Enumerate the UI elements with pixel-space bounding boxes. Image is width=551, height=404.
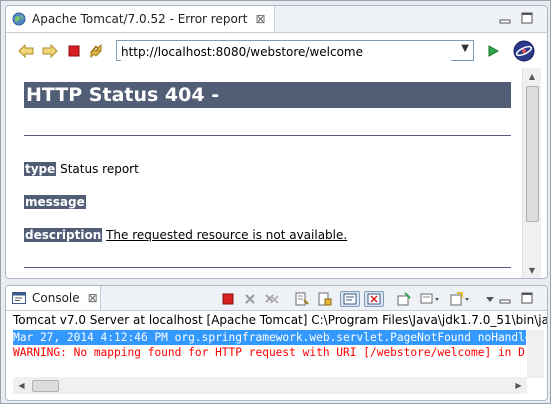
description-value: The requested resource is not available.	[106, 228, 348, 242]
maximize-icon[interactable]	[521, 12, 533, 24]
pin-console-icon[interactable]	[396, 291, 412, 307]
browser-toolbar: ▼	[6, 33, 547, 67]
minimize-icon[interactable]	[499, 12, 511, 24]
url-field[interactable]: ▼	[116, 40, 474, 61]
console-line[interactable]: Mar 27, 2014 4:12:46 PM org.springframew…	[13, 330, 526, 345]
show-on-stderr-icon[interactable]	[364, 291, 384, 307]
console-vertical-scrollbar[interactable]	[527, 330, 544, 378]
scroll-up-icon[interactable]: ▲	[523, 68, 541, 84]
message-label: message	[24, 195, 86, 209]
url-input[interactable]	[121, 43, 451, 61]
scroll-down-icon[interactable]: ▼	[523, 262, 541, 278]
console-tab[interactable]: Console ⊠	[6, 286, 101, 310]
browser-editor: Apache Tomcat/7.0.52 - Error report ⊠ ▼	[5, 5, 548, 279]
view-menu-icon[interactable]	[482, 291, 498, 307]
divider	[24, 135, 511, 136]
scroll-lock-icon[interactable]	[317, 291, 333, 307]
console-view: Console ⊠ Tomcat v7.0 Server at localhos…	[5, 285, 548, 401]
maximize-icon[interactable]	[521, 292, 533, 304]
scroll-right-icon[interactable]: ▶	[510, 377, 527, 394]
browser-tab[interactable]: Apache Tomcat/7.0.52 - Error report ⊠	[6, 6, 275, 32]
terminate-icon[interactable]	[220, 291, 236, 307]
globe-icon	[12, 12, 26, 26]
editor-tab-row: Apache Tomcat/7.0.52 - Error report ⊠	[6, 6, 547, 33]
type-row: type Status report	[24, 162, 139, 176]
console-horizontal-scrollbar[interactable]: ◀ ▶	[13, 377, 527, 394]
description-row: description The requested resource is no…	[24, 228, 347, 242]
close-icon[interactable]: ⊠	[255, 12, 265, 26]
browser-menu-icon[interactable]	[513, 40, 535, 62]
console-process-label: Tomcat v7.0 Server at localhost [Apache …	[13, 313, 548, 327]
minimize-icon[interactable]	[499, 292, 511, 304]
clear-console-icon[interactable]	[294, 291, 310, 307]
go-icon[interactable]	[485, 43, 501, 59]
close-icon[interactable]: ⊠	[88, 291, 98, 305]
workbench-window: Apache Tomcat/7.0.52 - Error report ⊠ ▼	[0, 0, 551, 404]
forward-icon[interactable]	[42, 43, 58, 59]
console-output[interactable]: Mar 27, 2014 4:12:46 PM org.springframew…	[13, 330, 526, 368]
open-console-icon[interactable]	[450, 291, 472, 307]
divider	[24, 267, 511, 268]
stop-icon[interactable]	[66, 43, 82, 59]
scroll-thumb[interactable]	[526, 86, 539, 222]
browser-tab-title: Apache Tomcat/7.0.52 - Error report	[32, 12, 248, 26]
back-icon[interactable]	[18, 43, 34, 59]
type-label: type	[24, 162, 57, 176]
scroll-thumb[interactable]	[32, 380, 59, 392]
vertical-scrollbar[interactable]: ▲ ▼	[522, 68, 541, 278]
message-row: message	[24, 195, 86, 209]
console-tab-row: Console ⊠	[6, 286, 547, 311]
page-heading: HTTP Status 404 -	[24, 82, 511, 108]
console-icon	[12, 292, 26, 304]
display-console-icon[interactable]	[420, 291, 442, 307]
description-label: description	[24, 228, 103, 242]
show-on-stdout-icon[interactable]	[340, 291, 360, 307]
chevron-down-icon[interactable]: ▼	[461, 43, 469, 54]
remove-all-icon[interactable]	[264, 291, 280, 307]
scroll-left-icon[interactable]: ◀	[13, 377, 30, 394]
console-line[interactable]: WARNING: No mapping found for HTTP reque…	[13, 345, 526, 360]
remove-launch-icon[interactable]	[242, 291, 258, 307]
refresh-icon[interactable]	[88, 43, 104, 59]
error-page: HTTP Status 404 - type Status report mes…	[6, 68, 521, 278]
console-tab-title: Console	[32, 291, 80, 305]
type-value: Status report	[56, 162, 139, 176]
